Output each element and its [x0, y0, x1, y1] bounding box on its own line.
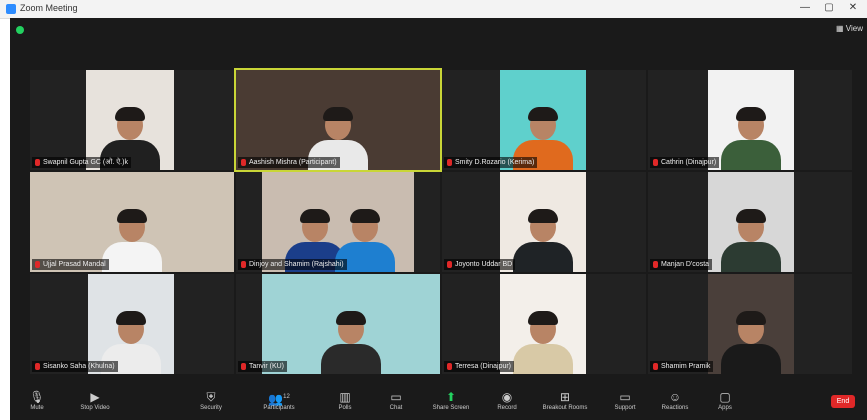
muted-mic-icon	[35, 363, 40, 370]
stop-video-button[interactable]: ▶ Stop Video	[70, 389, 120, 411]
participant-name-tag: Shamim Pramik	[650, 361, 714, 372]
muted-mic-icon	[35, 261, 40, 268]
participant-figure	[508, 311, 578, 374]
participant-name-tag: Dinjoy and Shamim (Rajshahi)	[238, 259, 347, 270]
participants-count: 12	[283, 394, 290, 400]
video-tile[interactable]: Ujjal Prasad Mandal	[30, 172, 234, 272]
participant-name-tag: Aashish Mishra (Participant)	[238, 157, 340, 168]
participant-name-tag: Joyonto Uddar BD	[444, 259, 516, 270]
participant-video	[500, 70, 586, 170]
participant-name-tag: Swapnil Gupta GC (ओ. ऐ.)k	[32, 157, 131, 168]
video-tile[interactable]: Terresa (Dinajpur)	[442, 274, 646, 374]
video-tile[interactable]: Tanvir (KU)	[236, 274, 440, 374]
breakout-rooms-button[interactable]: ⊞ Breakout Rooms	[540, 389, 590, 411]
chat-button[interactable]: ▭ Chat	[371, 389, 421, 411]
support-button[interactable]: ▭ Support	[600, 389, 650, 411]
muted-mic-icon	[447, 159, 452, 166]
apps-button[interactable]: ▢ Apps	[700, 389, 750, 411]
participant-video	[708, 274, 794, 374]
view-button[interactable]: ▦ View	[836, 24, 863, 33]
zoom-app-icon	[6, 4, 16, 14]
microphone-icon: 🎙	[29, 390, 45, 404]
participant-video	[708, 172, 794, 272]
bar-chart-icon: ▥	[339, 390, 351, 404]
video-tile[interactable]: Sisanko Saha (Khulna)	[30, 274, 234, 374]
reactions-button[interactable]: ☺ Reactions	[650, 389, 700, 411]
share-screen-icon: ⬆	[445, 390, 457, 404]
video-tile[interactable]: Cathrin (Dinajpur)	[648, 70, 852, 170]
shield-icon: ⛨	[206, 390, 216, 404]
breakout-rooms-icon: ⊞	[559, 390, 571, 404]
video-tile[interactable]: Smity D.Rozario (Kerima)	[442, 70, 646, 170]
end-button[interactable]: End	[831, 395, 855, 408]
participant-name-tag: Manjan D'costa	[650, 259, 713, 270]
participant-name-tag: Smity D.Rozario (Kerima)	[444, 157, 538, 168]
record-button[interactable]: ◉ Record	[482, 389, 532, 411]
participant-video	[708, 70, 794, 170]
support-icon: ▭	[619, 390, 631, 404]
participant-name-tag: Sisanko Saha (Khulna)	[32, 361, 118, 372]
muted-mic-icon	[241, 159, 246, 166]
participant-video	[500, 274, 586, 374]
apps-icon: ▢	[719, 390, 731, 404]
participant-video	[262, 172, 414, 272]
security-status-icon[interactable]	[16, 26, 24, 34]
video-camera-icon: ▶	[90, 390, 100, 404]
title-bar: Zoom Meeting — ▢ ✕	[0, 0, 867, 19]
security-button[interactable]: ⛨ Security	[186, 389, 236, 411]
participants-icon: 👥12	[268, 392, 290, 406]
muted-mic-icon	[35, 159, 40, 166]
video-tile-active-speaker[interactable]: Aashish Mishra (Participant)	[234, 68, 442, 172]
video-tile[interactable]: Manjan D'costa	[648, 172, 852, 272]
maximize-button[interactable]: ▢	[822, 2, 836, 13]
muted-mic-icon	[241, 261, 246, 268]
muted-mic-icon	[447, 363, 452, 370]
polls-button[interactable]: ▥ Polls	[320, 389, 370, 411]
participant-name-tag: Cathrin (Dinajpur)	[650, 157, 720, 168]
record-icon: ◉	[501, 390, 513, 404]
participants-button[interactable]: 👥12 Participants	[254, 389, 304, 411]
video-tile[interactable]: Swapnil Gupta GC (ओ. ऐ.)k	[30, 70, 234, 170]
participant-video	[236, 70, 440, 170]
participant-figure	[716, 107, 786, 170]
participant-video	[262, 274, 440, 374]
muted-mic-icon	[653, 363, 658, 370]
smiley-icon: ☺	[668, 390, 682, 404]
participant-video	[30, 172, 234, 272]
video-tile[interactable]: Dinjoy and Shamim (Rajshahi)	[236, 172, 440, 272]
participant-video	[88, 274, 174, 374]
participant-video	[500, 172, 586, 272]
participant-figure	[716, 209, 786, 272]
chat-bubble-icon: ▭	[390, 390, 402, 404]
video-tile[interactable]: Shamim Pramik	[648, 274, 852, 374]
muted-mic-icon	[447, 261, 452, 268]
muted-mic-icon	[241, 363, 246, 370]
participant-figure	[716, 311, 786, 374]
participant-name-tag: Tanvir (KU)	[238, 361, 288, 372]
participant-name-tag: Terresa (Dinajpur)	[444, 361, 515, 372]
close-button[interactable]: ✕	[846, 2, 860, 13]
meeting-toolbar: 🎙 Mute ▶ Stop Video ⛨ Security 👥12 Participa…	[10, 386, 867, 420]
mute-button[interactable]: 🎙 Mute	[12, 389, 62, 411]
share-screen-button[interactable]: ⬆ Share Screen	[426, 389, 476, 411]
muted-mic-icon	[653, 261, 658, 268]
participant-video	[86, 70, 174, 170]
window-title: Zoom Meeting	[20, 3, 78, 13]
muted-mic-icon	[653, 159, 658, 166]
participant-name-tag: Ujjal Prasad Mandal	[32, 259, 109, 270]
video-tile[interactable]: Joyonto Uddar BD	[442, 172, 646, 272]
view-label: View	[845, 24, 863, 33]
participant-figure	[508, 209, 578, 272]
minimize-button[interactable]: —	[798, 2, 812, 13]
meeting-area: ▦ View Swapnil Gupta GC (ओ. ऐ.)k Aashish…	[10, 18, 867, 420]
participant-figure	[316, 311, 386, 374]
